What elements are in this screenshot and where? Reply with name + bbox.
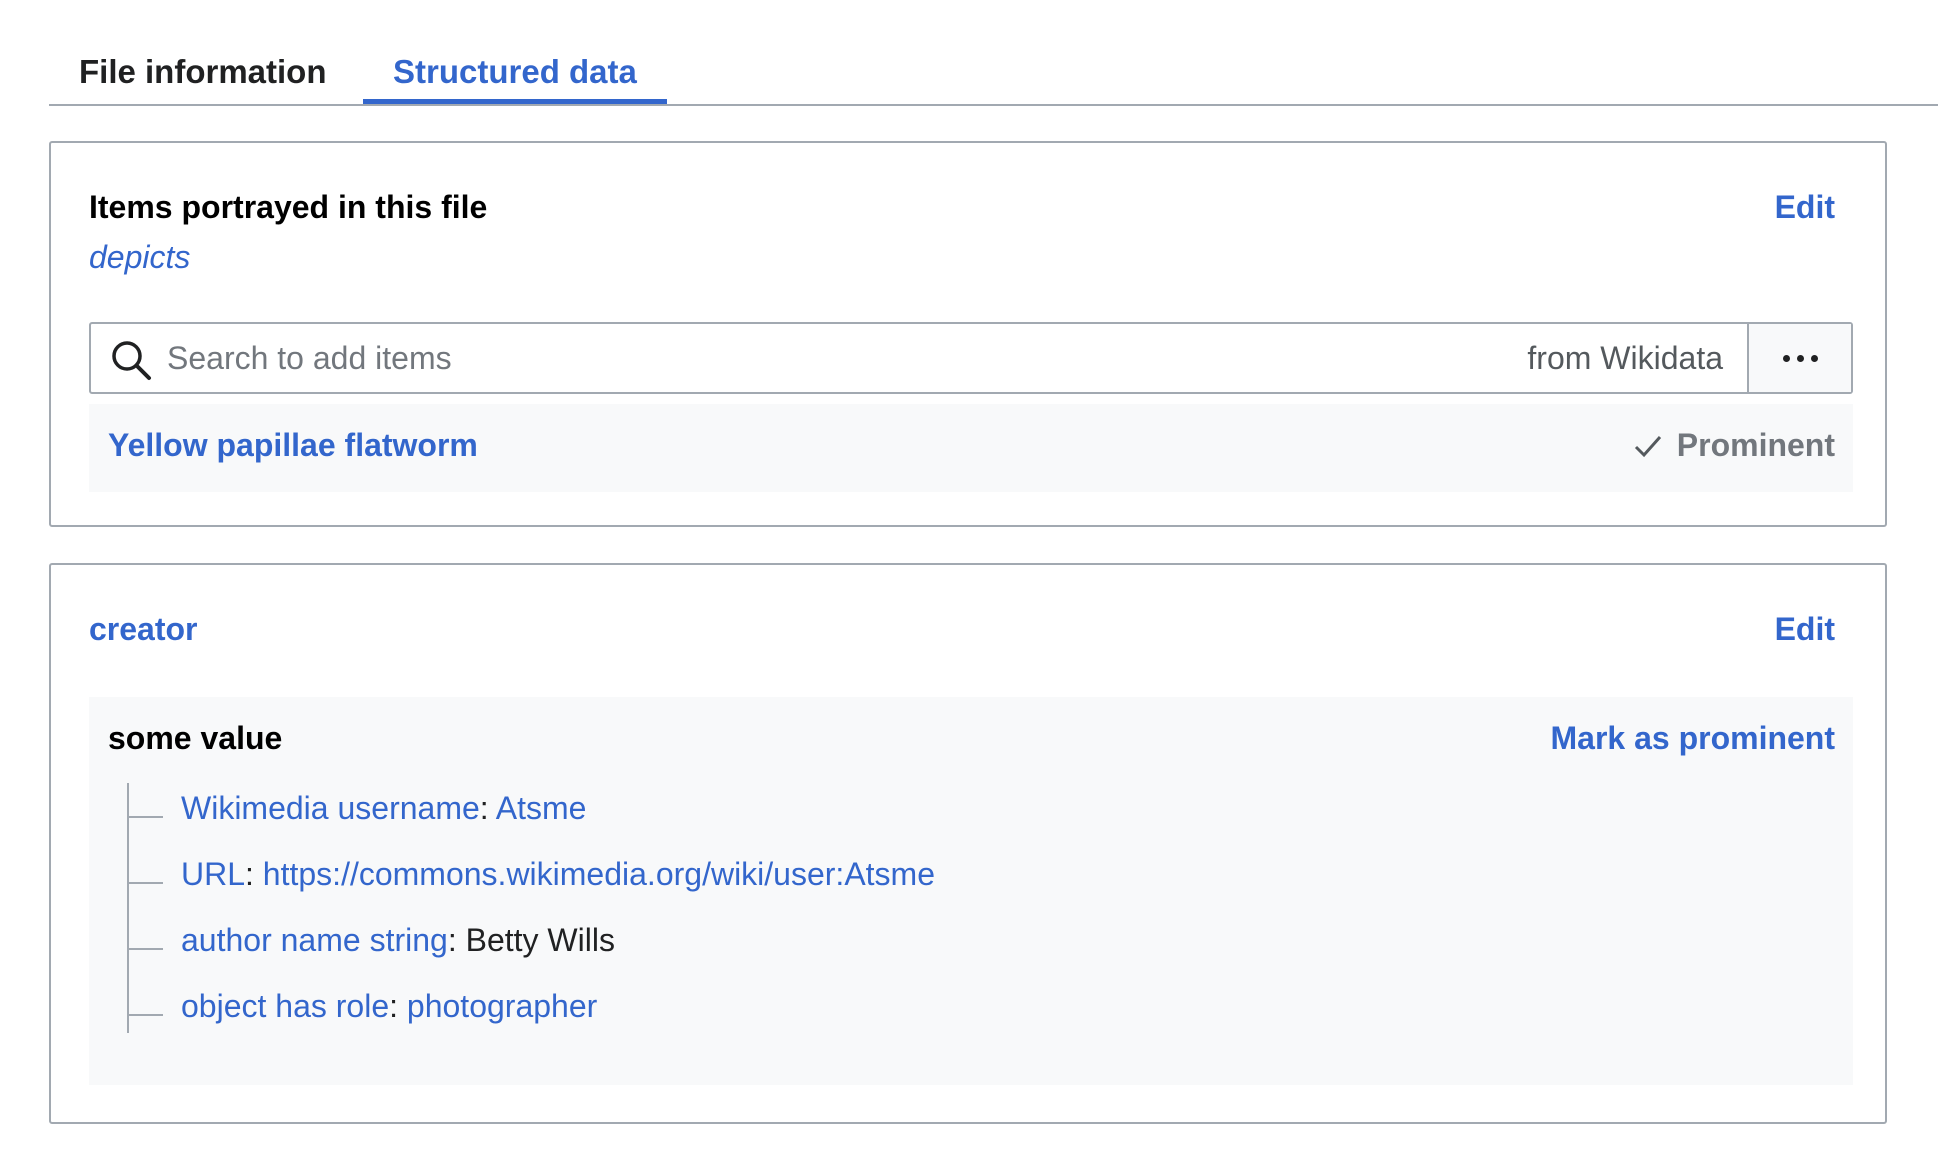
prominent-label: Prominent	[1676, 427, 1835, 463]
qualifier-value-link[interactable]: https://commons.wikimedia.org/wiki/user:…	[263, 856, 935, 892]
depicts-panel-title: Items portrayed in this file	[89, 189, 488, 225]
tab-structured-data[interactable]: Structured data	[363, 50, 667, 104]
depicts-edit-button[interactable]: Edit	[1775, 189, 1835, 226]
depicts-panel: Items portrayed in this file depicts Edi…	[49, 141, 1887, 527]
creator-edit-button[interactable]: Edit	[1775, 611, 1835, 648]
tab-file-information[interactable]: File information	[49, 50, 357, 104]
tab-bar: File information Structured data	[49, 38, 1938, 106]
mark-as-prominent-button[interactable]: Mark as prominent	[1550, 720, 1835, 757]
creator-panel: creator Edit some value Mark as prominen…	[49, 563, 1887, 1124]
qualifier-property-link[interactable]: author name string	[181, 922, 448, 958]
qualifier-separator: :	[479, 790, 489, 826]
more-options-button[interactable]	[1747, 324, 1851, 392]
qualifier-value-link[interactable]: photographer	[407, 988, 597, 1024]
qualifier-separator: :	[389, 988, 399, 1024]
creator-statement: some value Mark as prominent Wikimedia u…	[89, 697, 1853, 1085]
creator-property-link[interactable]: creator	[89, 611, 198, 648]
qualifier-separator: :	[245, 856, 254, 892]
search-icon	[112, 341, 151, 380]
qualifier-property-link[interactable]: Wikimedia username	[181, 790, 480, 826]
depicts-search-input[interactable]	[167, 324, 1467, 392]
qualifier-tree-line	[127, 783, 129, 1033]
prominent-rank[interactable]: Prominent	[1633, 427, 1835, 464]
depicts-search-box: from Wikidata	[89, 322, 1853, 394]
depicts-property-link[interactable]: depicts	[89, 239, 190, 276]
check-icon	[1634, 435, 1661, 457]
creator-value: some value	[108, 720, 283, 756]
depicts-statement-row: Yellow papillae flatworm Prominent	[89, 404, 1853, 492]
search-source-label: from Wikidata	[1527, 340, 1723, 376]
depicts-value-link[interactable]: Yellow papillae flatworm	[108, 427, 478, 464]
qualifier-property-link[interactable]: URL	[181, 856, 245, 892]
qualifier-value-text: Betty Wills	[465, 922, 615, 958]
ellipsis-icon	[1782, 354, 1818, 362]
qualifier-property-link[interactable]: object has role	[181, 988, 389, 1024]
qualifier-separator: :	[447, 922, 457, 958]
qualifier-value-link[interactable]: Atsme	[496, 790, 587, 826]
